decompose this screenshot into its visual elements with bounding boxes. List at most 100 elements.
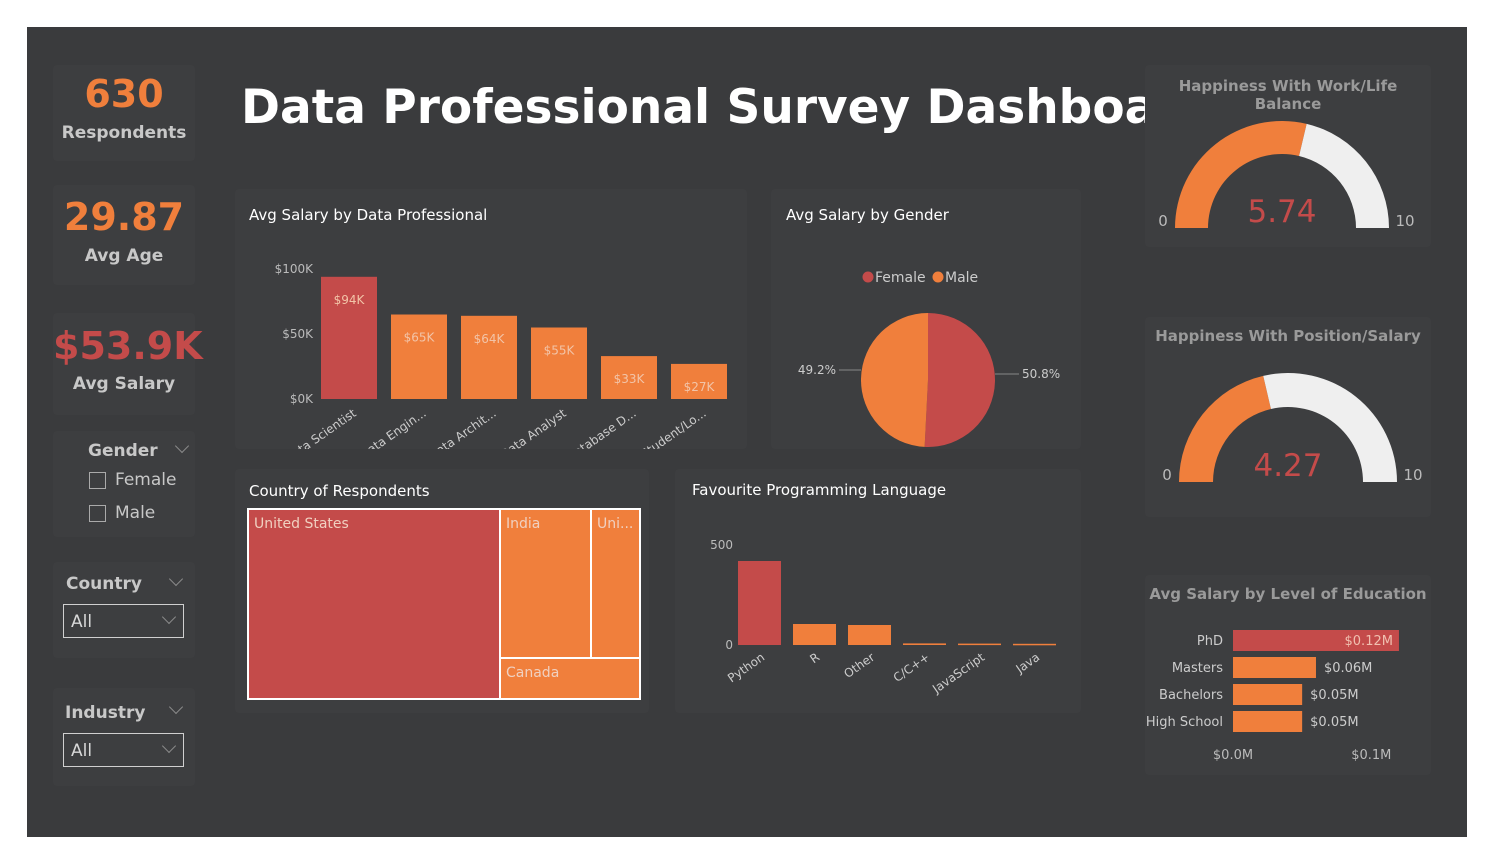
male-checkbox[interactable] <box>89 505 106 522</box>
slicer-title: Gender <box>88 441 158 461</box>
kpi-avg-age-card: 29.87 Avg Age <box>53 185 195 285</box>
x-tick-label: R <box>807 650 822 666</box>
y-category-label: Masters <box>1172 661 1223 676</box>
page-title: Data Professional Survey Dashboard <box>241 80 1214 135</box>
x-tick-label: Data Analyst <box>498 406 569 449</box>
legend-marker <box>862 271 874 283</box>
y-tick-label: 500 <box>710 538 733 552</box>
kpi-value: 630 <box>84 72 164 116</box>
x-tick-label: Python <box>725 650 767 685</box>
slice-label: 50.8% <box>1022 367 1060 381</box>
gauge-value: 4.27 <box>1253 448 1322 484</box>
gauge-value: 5.74 <box>1247 194 1316 230</box>
bar <box>903 643 946 645</box>
x-tick-label: C/C++ <box>891 650 933 685</box>
education-chart: PhD $0.12M Masters $0.06M Bachelors $0.05M Hig… <box>1146 630 1399 763</box>
bar <box>738 561 781 645</box>
checkbox-label: Female <box>115 470 177 490</box>
x-tick-label: Student/Lo... <box>638 406 709 449</box>
salary-by-gender-chart: Female Male 50.8% 49.2% <box>798 270 1060 447</box>
chevron-down-icon[interactable] <box>174 438 190 454</box>
checkbox-label: Male <box>115 503 156 523</box>
slice-label: 49.2% <box>798 363 836 377</box>
gauge-max-label: 10 <box>1403 466 1422 484</box>
data-label: $0.06M <box>1324 661 1372 676</box>
x-tick-label: Data Archit... <box>426 406 499 449</box>
y-tick-label: $100K <box>275 262 315 276</box>
chevron-down-icon <box>161 738 177 754</box>
dashboard-canvas: 630 Respondents 29.87 Avg Age $53.9K Avg… <box>27 27 1467 837</box>
bar <box>461 315 517 399</box>
data-label: $65K <box>404 331 436 345</box>
x-tick-label: Database D... <box>564 406 639 449</box>
work-life-gauge: 5.74 0 10 <box>1158 121 1415 230</box>
y-category-label: Bachelors <box>1159 688 1223 703</box>
slicer-title: Industry <box>65 703 146 723</box>
treemap-tile <box>247 508 501 700</box>
chevron-down-icon[interactable] <box>168 571 184 587</box>
y-tick-label: $0K <box>290 392 314 406</box>
bar <box>1233 657 1316 678</box>
language-chart: 500 0Python R Other C/C++JavaScript Java <box>710 538 1056 697</box>
kpi-value: $53.9K <box>53 324 203 368</box>
y-category-label: High School <box>1146 715 1223 730</box>
bar <box>531 327 587 399</box>
x-tick-label: Data Scientist <box>282 406 359 449</box>
female-checkbox[interactable] <box>89 472 106 489</box>
pie-slice <box>924 313 996 447</box>
tile-label: United States <box>254 516 349 532</box>
data-label: $0.05M <box>1310 715 1358 730</box>
industry-slicer: Industry All <box>53 688 195 786</box>
data-label: $33K <box>614 372 646 386</box>
country-treemap: United States India Uni... Canada <box>247 508 641 700</box>
chevron-down-icon[interactable] <box>168 699 184 715</box>
salary-by-role-panel: Avg Salary by Data Professional $100K $50… <box>235 189 747 449</box>
bar <box>848 625 891 645</box>
industry-dropdown[interactable]: All <box>63 733 184 767</box>
education-panel: Avg Salary by Level of Education PhD $0.1… <box>1145 575 1431 775</box>
x-tick-label: Other <box>841 650 877 681</box>
bar <box>793 624 836 645</box>
kpi-label: Avg Salary <box>72 374 176 394</box>
chevron-down-icon <box>161 609 177 625</box>
y-tick-label: 0 <box>725 638 733 652</box>
slicer-title: Country <box>66 574 142 594</box>
position-salary-gauge: 4.27 0 10 <box>1162 373 1423 484</box>
kpi-label: Avg Age <box>84 246 164 266</box>
data-label: $64K <box>474 332 506 346</box>
kpi-value: 29.87 <box>63 195 185 239</box>
bar <box>1233 711 1303 732</box>
country-dropdown[interactable]: All <box>63 604 184 638</box>
gauge-min-label: 0 <box>1162 466 1172 484</box>
gauge-position-salary-panel: Happiness With Position/Salary 4.27 0 10 <box>1145 317 1431 517</box>
x-tick-label: Data Engin... <box>357 406 429 449</box>
bar <box>391 314 447 399</box>
bar <box>958 643 1001 646</box>
gender-slicer: Gender Female Male <box>53 431 195 537</box>
tile-label: Uni... <box>597 516 633 532</box>
y-tick-label: $50K <box>282 327 314 341</box>
data-label: $0.12M <box>1345 634 1393 649</box>
kpi-respondents-card: 630 Respondents <box>53 65 195 161</box>
legend-label: Male <box>945 270 978 286</box>
x-tick-label: $0.1M <box>1351 748 1391 763</box>
data-label: $94K <box>334 293 366 307</box>
x-tick-label: JavaScript <box>929 650 987 697</box>
salary-by-gender-panel: Avg Salary by Gender Female Male 50.8% 49.2… <box>771 189 1081 449</box>
language-panel: Favourite Programming Language 500 0 Pytho… <box>675 469 1081 713</box>
x-tick-label: Java <box>1013 650 1043 677</box>
kpi-avg-salary-card: $53.9K Avg Salary <box>53 313 203 415</box>
legend-label: Female <box>875 270 926 286</box>
salary-by-role-chart: $100K $50K $0K $94K Data Scientist $65K Data E… <box>275 262 727 449</box>
x-tick-label: $0.0M <box>1213 748 1253 763</box>
legend-marker <box>932 271 944 283</box>
bar <box>1013 643 1056 646</box>
gauge-work-life-panel: Happiness With Work/Life Balance 5.74 0 10 <box>1145 65 1431 247</box>
dropdown-value: All <box>71 741 93 761</box>
country-slicer: Country All <box>53 562 195 658</box>
y-category-label: PhD <box>1197 634 1223 649</box>
kpi-label: Respondents <box>61 123 187 143</box>
data-label: $55K <box>544 344 576 358</box>
data-label: $27K <box>684 380 716 394</box>
country-panel: Country of Respondents United States Indi… <box>235 469 649 713</box>
